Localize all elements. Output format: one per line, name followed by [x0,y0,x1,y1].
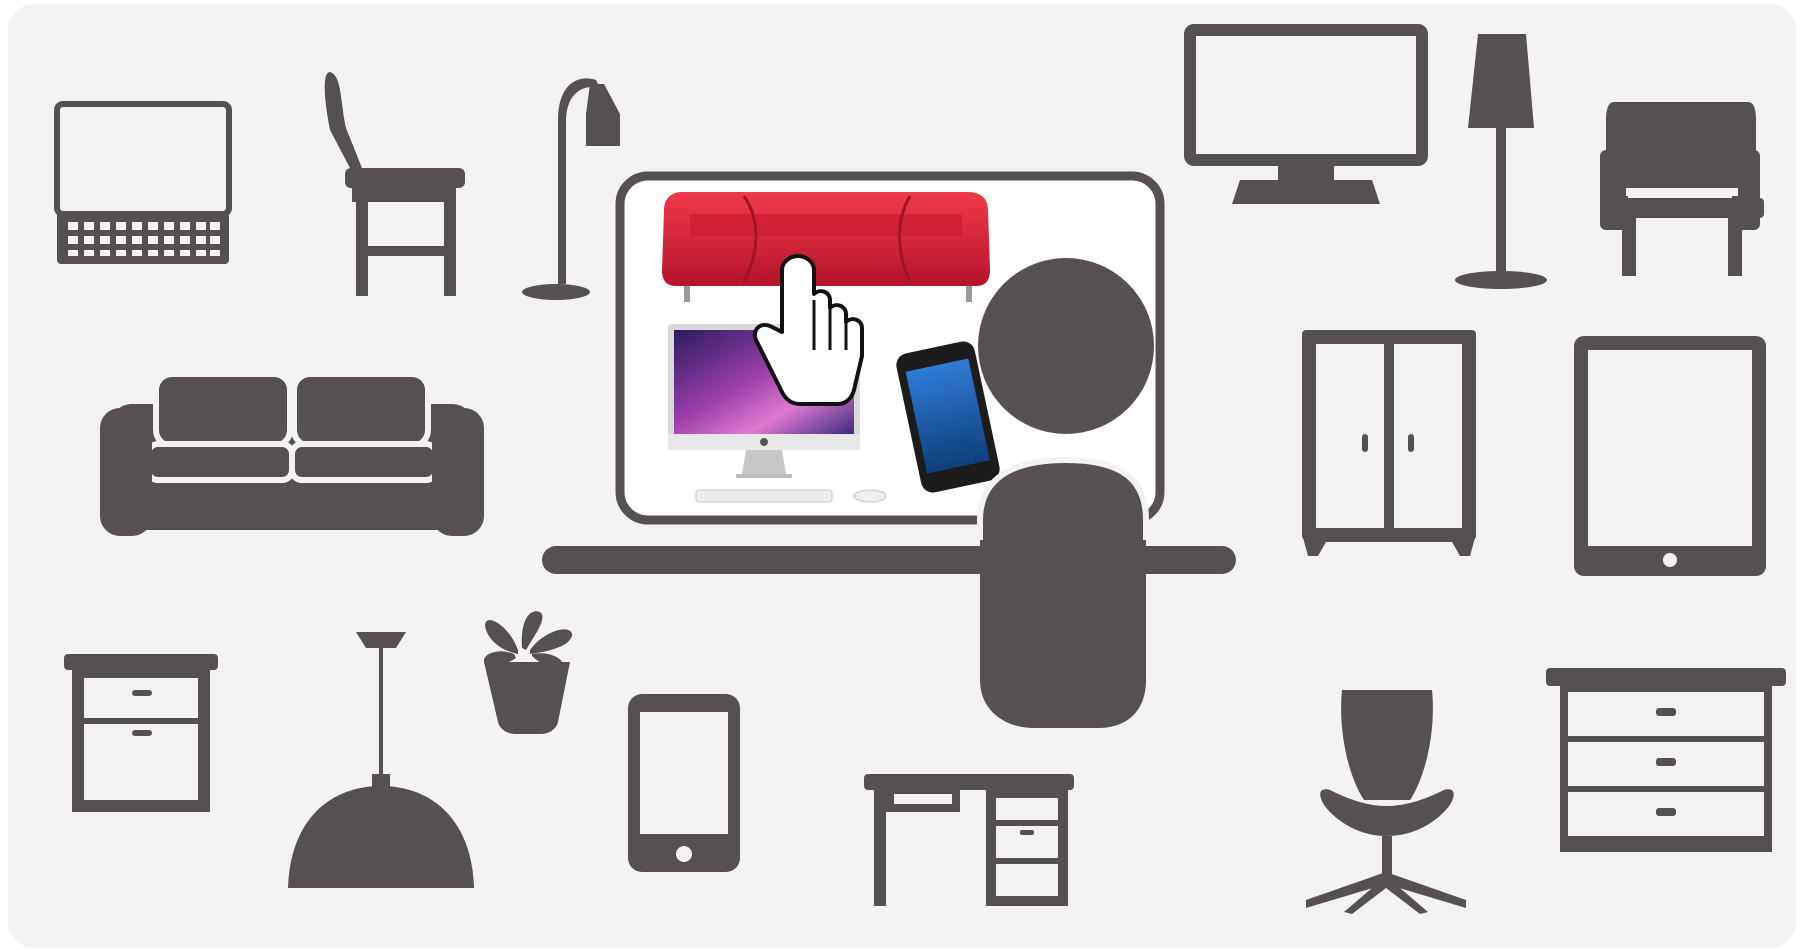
shopper-torso-front [980,540,1146,728]
wardrobe-icon [1302,330,1476,556]
dresser-icon [1546,668,1786,852]
red-sofa-photo [662,192,990,302]
nightstand-icon [64,654,218,812]
sofa-icon [100,371,484,536]
tablet-icon [1574,336,1766,576]
furniture-electronics-illustration [0,0,1804,950]
smartphone-icon [628,694,740,872]
